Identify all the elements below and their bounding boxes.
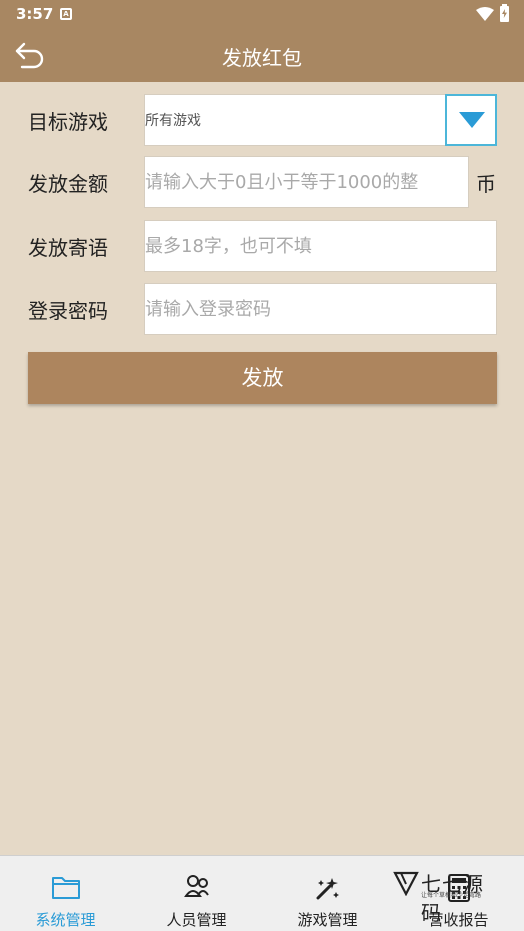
amount-row: 发放金额 币 xyxy=(28,156,497,208)
folder-icon xyxy=(51,877,80,899)
submit-button[interactable]: 发放 xyxy=(28,352,497,404)
notification-icon: A xyxy=(60,8,72,20)
message-row: 发放寄语 xyxy=(28,220,497,272)
target-game-value: 所有游戏 xyxy=(145,113,201,129)
watermark-logo-icon xyxy=(393,871,419,896)
magic-wand-icon xyxy=(316,878,339,900)
target-game-select[interactable]: 所有游戏 xyxy=(144,94,497,146)
tab-system-management[interactable]: 系统管理 xyxy=(0,856,131,931)
currency-unit: 币 xyxy=(476,172,496,196)
tab-game-management[interactable]: 游戏管理 xyxy=(262,856,393,931)
message-field[interactable] xyxy=(144,220,497,272)
password-row: 登录密码 xyxy=(28,283,497,335)
people-icon xyxy=(183,875,209,897)
password-field[interactable] xyxy=(144,283,497,335)
tab-label: 游戏管理 xyxy=(297,911,358,929)
triangle-down-icon xyxy=(459,112,485,128)
app-bar: 发放红包 xyxy=(0,28,524,82)
battery-icon xyxy=(500,4,509,22)
message-label: 发放寄语 xyxy=(28,236,108,260)
amount-input[interactable] xyxy=(145,157,468,207)
status-time: 3:57 xyxy=(16,5,54,23)
target-game-label: 目标游戏 xyxy=(28,110,108,134)
wifi-icon xyxy=(476,7,494,21)
tab-label: 系统管理 xyxy=(35,911,96,929)
page-title: 发放红包 xyxy=(222,46,302,70)
amount-label: 发放金额 xyxy=(28,172,108,196)
amount-field[interactable] xyxy=(144,156,469,208)
message-input[interactable] xyxy=(145,221,496,271)
watermark-subtext: 让每个草根都少走弯路 xyxy=(421,892,482,899)
tab-staff-management[interactable]: 人员管理 xyxy=(131,856,262,931)
password-label: 登录密码 xyxy=(28,299,108,323)
status-bar: 3:57 A xyxy=(0,0,524,28)
dropdown-button[interactable] xyxy=(445,94,497,146)
target-game-row: 目标游戏 所有游戏 xyxy=(28,94,497,146)
watermark: 七七源码 让每个草根都少走弯路 xyxy=(393,868,503,925)
password-input[interactable] xyxy=(145,284,496,334)
tab-label: 人员管理 xyxy=(166,911,227,929)
